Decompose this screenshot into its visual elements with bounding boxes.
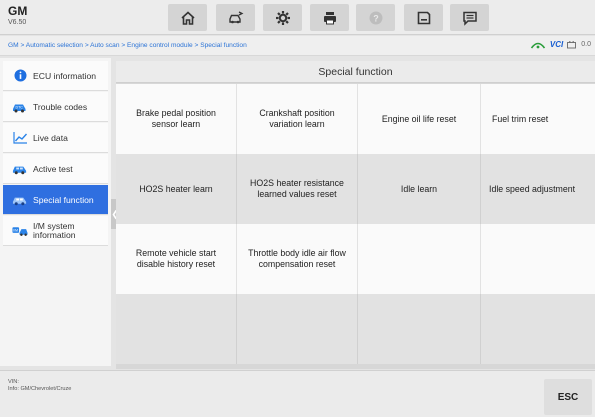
vci-status-label: VCI [549, 40, 564, 49]
function-button[interactable]: HO2S heater learn [116, 154, 237, 224]
function-button[interactable]: Throttle body idle air flow compensation… [237, 224, 358, 294]
printer-icon [323, 11, 336, 24]
function-button[interactable]: HO2S heater resistance learned values re… [237, 154, 358, 224]
empty-cell [358, 224, 481, 294]
sidebar-item-special-function[interactable]: Special function [3, 185, 108, 215]
esc-button[interactable]: ESC [544, 379, 592, 415]
sidebar-item-label: Trouble codes [33, 101, 88, 112]
svg-text:I/M: I/M [13, 229, 18, 233]
svg-text:DTC: DTC [16, 105, 24, 109]
info-icon [12, 69, 28, 83]
breadcrumb-separator: > [84, 42, 89, 49]
vehicle-swap-icon [228, 10, 243, 23]
brand: GM V6.50 [8, 5, 27, 27]
save-button[interactable] [404, 4, 443, 31]
help-button[interactable]: ? [356, 4, 395, 31]
breadcrumb-separator: > [20, 42, 25, 49]
special-function-car-icon [12, 193, 28, 207]
sidebar-item-label: ECU information [33, 70, 97, 81]
function-row [116, 294, 595, 364]
sidebar-item-label: Special function [33, 194, 94, 205]
battery-icon [567, 40, 577, 48]
trouble-codes-icon: DTC [12, 100, 28, 114]
breadcrumb-item-selection[interactable]: Automatic selection [26, 42, 83, 49]
message-icon [462, 11, 477, 26]
breadcrumb-bar: GM > Automatic selection > Auto scan > E… [0, 36, 595, 56]
breadcrumb-separator: > [194, 42, 199, 49]
battery-voltage: 0.0 [581, 41, 591, 48]
sidebar-item-label: Live data [33, 132, 68, 143]
sidebar-item-ecu-information[interactable]: ECU information [3, 61, 108, 91]
vehicle-info-label: Info: GM/Chevrolet/Cruze [8, 386, 72, 392]
vehicle-swap-button[interactable] [216, 4, 255, 31]
connection-status: VCI 0.0 [530, 40, 591, 49]
sidebar-item-label: Active test [33, 163, 73, 174]
empty-cell [237, 294, 358, 364]
empty-cell [481, 224, 595, 294]
sidebar-item-label: I/M system information [33, 221, 76, 240]
home-button[interactable] [168, 4, 207, 31]
save-icon [417, 11, 430, 24]
help-icon: ? [369, 11, 382, 24]
function-button[interactable]: Crankshaft position variation learn [237, 84, 358, 154]
active-test-car-icon [12, 162, 28, 176]
function-button[interactable]: Idle learn [358, 154, 481, 224]
gear-icon [275, 10, 290, 25]
software-version: V6.50 [8, 19, 27, 26]
im-system-icon: I/M [12, 224, 28, 238]
data-logging-button[interactable] [450, 4, 489, 31]
empty-cell [481, 294, 595, 364]
empty-cell [116, 294, 237, 364]
special-function-panel: Special function Brake pedal position se… [116, 61, 595, 369]
breadcrumb-separator: > [121, 42, 126, 49]
empty-cell [358, 294, 481, 364]
function-button[interactable]: Brake pedal position sensor learn [116, 84, 237, 154]
sidebar: ECU information DTC Trouble codes Live d… [0, 58, 111, 366]
live-data-chart-icon [12, 131, 28, 145]
sidebar-item-label-line: information [33, 229, 76, 240]
function-button[interactable]: Remote vehicle start disable history res… [116, 224, 237, 294]
print-button[interactable] [310, 4, 349, 31]
top-toolbar: GM V6.50 ? [0, 0, 595, 35]
vehicle-make: GM [8, 4, 28, 18]
settings-button[interactable] [263, 4, 302, 31]
panel-title: Special function [116, 61, 595, 83]
function-row: Remote vehicle start disable history res… [116, 224, 595, 294]
signal-arc-icon [530, 42, 546, 49]
sidebar-item-im-system-information[interactable]: I/M I/M system information [3, 216, 108, 246]
breadcrumb-item-module[interactable]: Engine control module [127, 42, 193, 49]
breadcrumb: GM > Automatic selection > Auto scan > E… [8, 42, 247, 49]
breadcrumb-item-current: Special function [200, 42, 247, 49]
function-button[interactable]: Fuel trim reset [481, 84, 595, 154]
vehicle-info: VIN: Info: GM/Chevrolet/Cruze [8, 379, 71, 393]
sidebar-item-trouble-codes[interactable]: DTC Trouble codes [3, 92, 108, 122]
app-window: GM V6.50 ? GM > Automatic selection > Au… [0, 0, 595, 417]
home-icon [180, 10, 195, 25]
vin-label: VIN: [8, 379, 19, 385]
sidebar-item-live-data[interactable]: Live data [3, 123, 108, 153]
footer-bar: VIN: Info: GM/Chevrolet/Cruze ESC [0, 370, 595, 417]
function-row: HO2S heater learn HO2S heater resistance… [116, 154, 595, 224]
function-button[interactable]: Idle speed adjustment [481, 154, 595, 224]
function-row: Brake pedal position sensor learn Cranks… [116, 84, 595, 154]
breadcrumb-item-auto-scan[interactable]: Auto scan [90, 42, 119, 49]
function-button[interactable]: Engine oil life reset [358, 84, 481, 154]
svg-text:?: ? [373, 13, 379, 23]
sidebar-item-active-test[interactable]: Active test [3, 154, 108, 184]
breadcrumb-item-make[interactable]: GM [8, 42, 19, 49]
